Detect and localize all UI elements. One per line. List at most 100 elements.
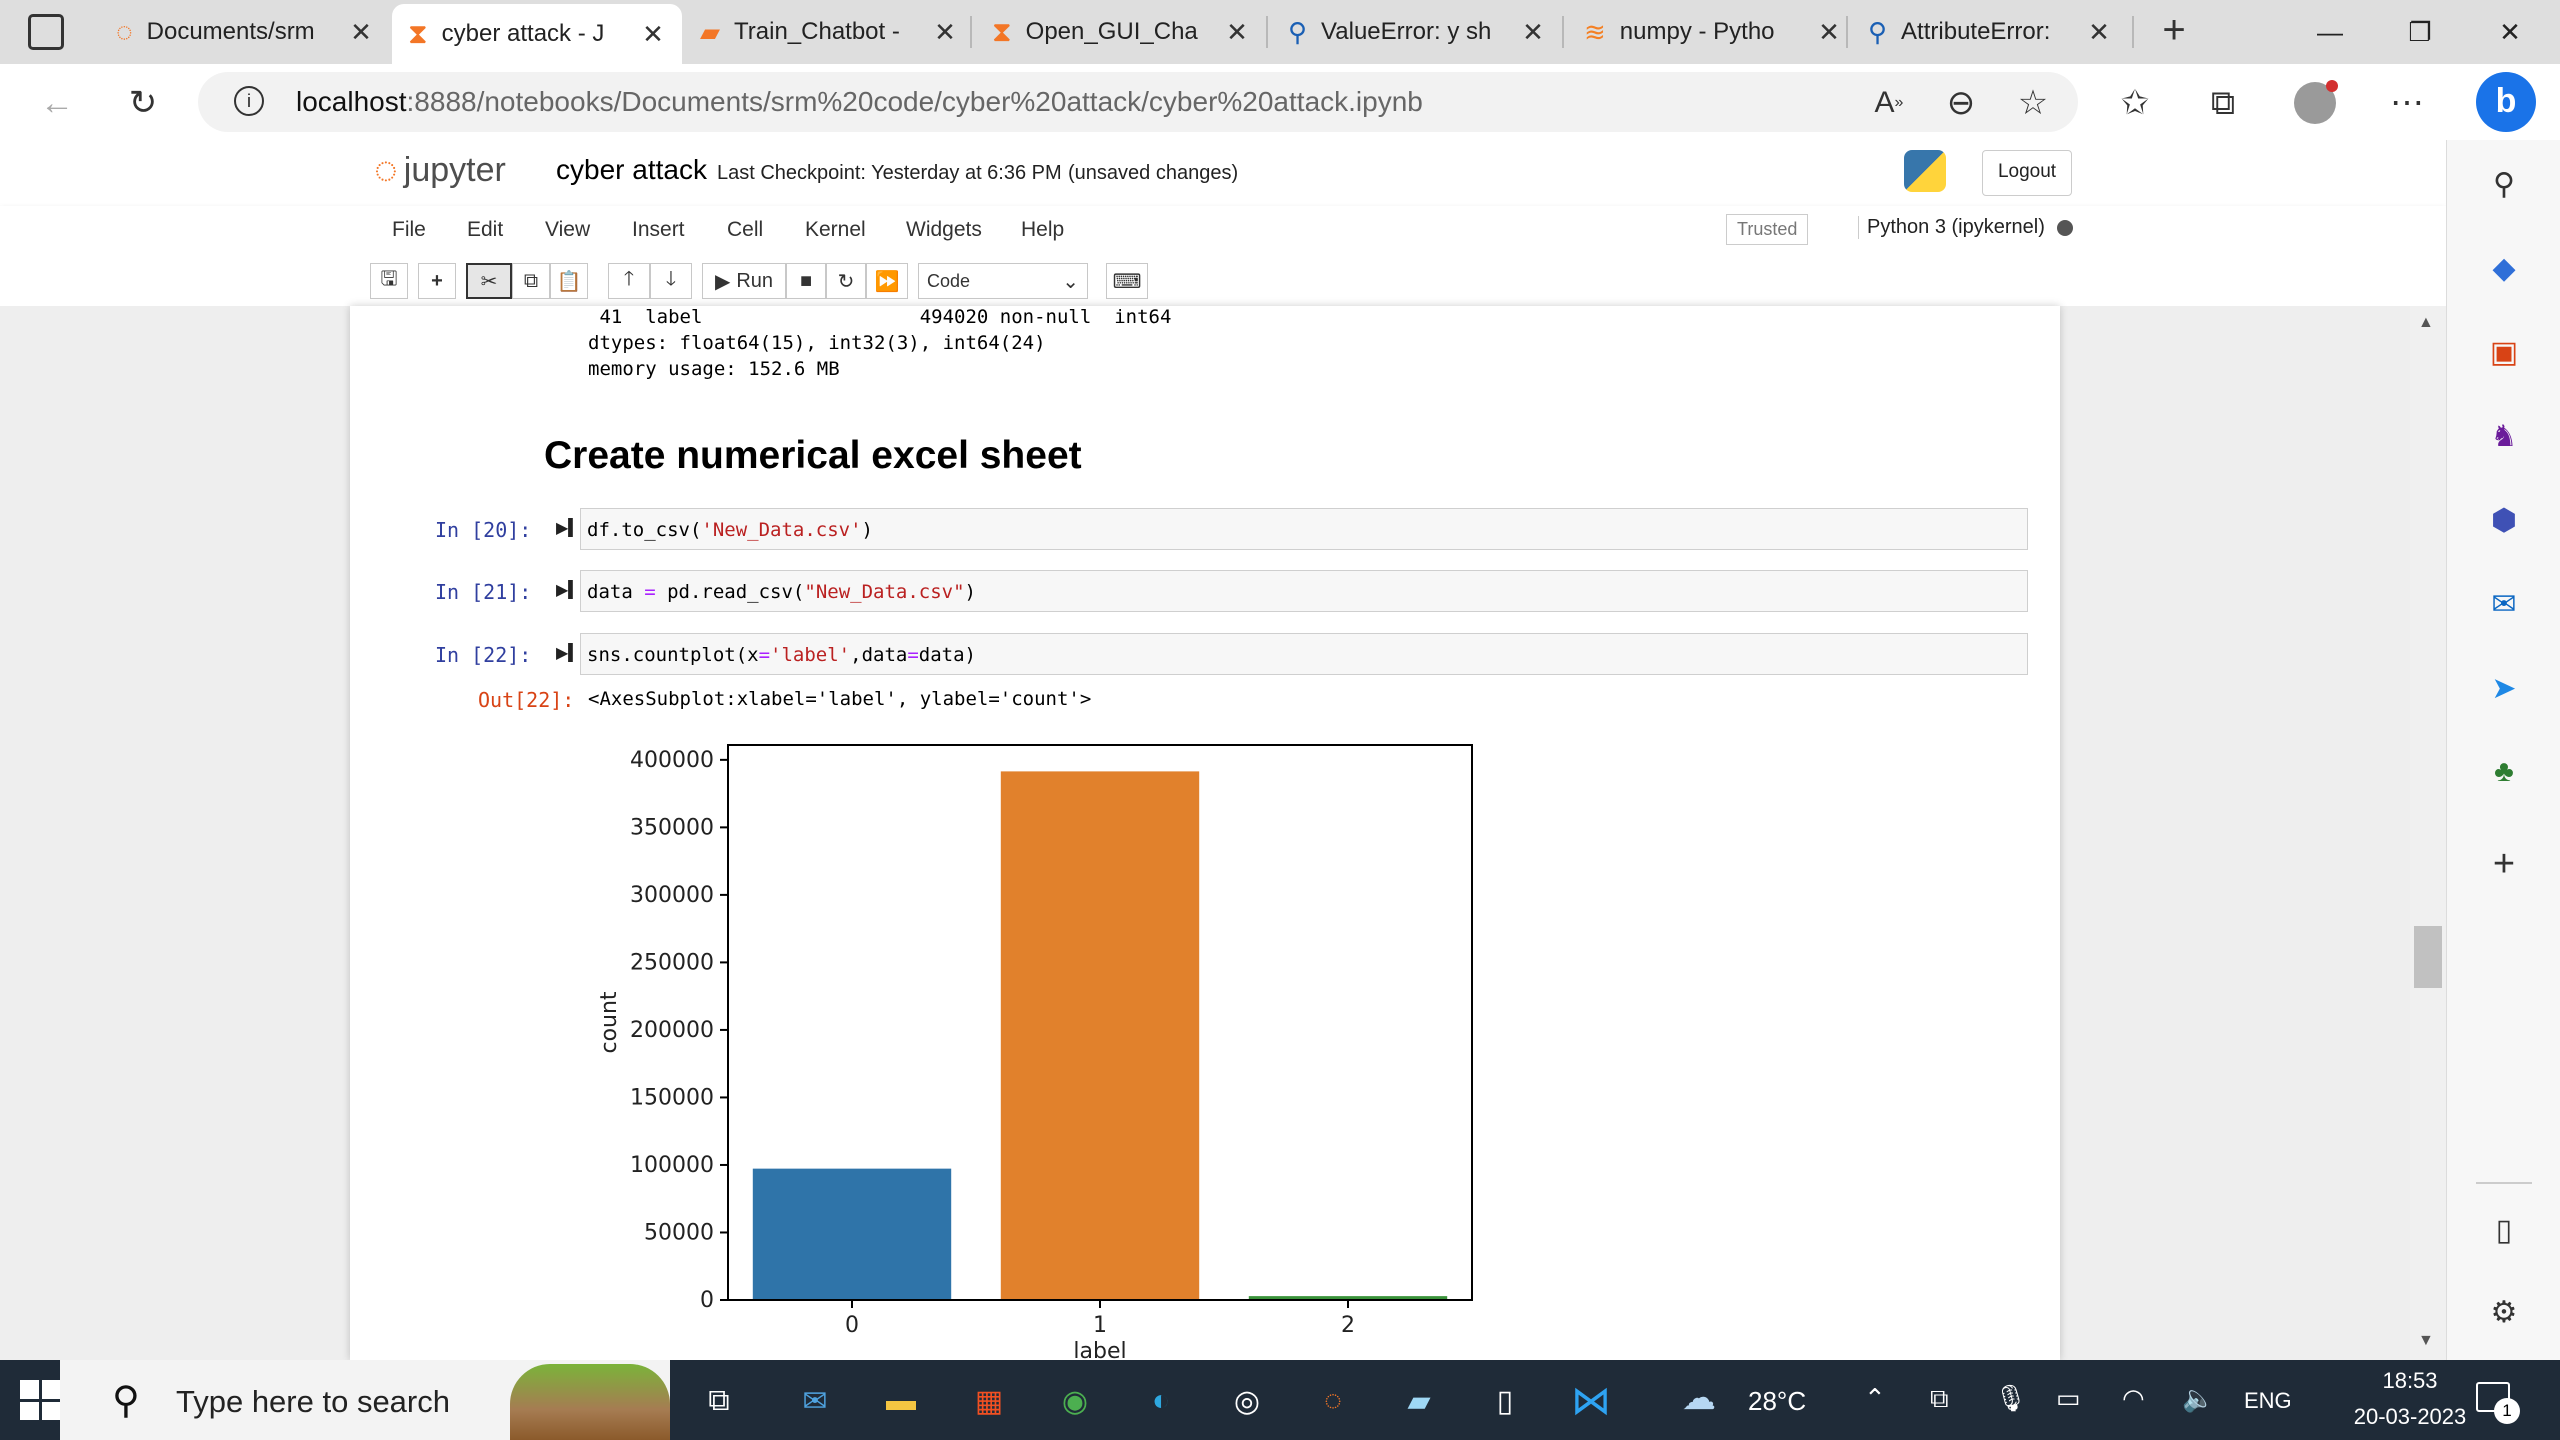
battery-icon[interactable]: ▭ bbox=[2056, 1383, 2081, 1414]
obs-icon[interactable]: ◎ bbox=[1222, 1376, 1272, 1426]
wifi-icon[interactable]: ◠ bbox=[2122, 1383, 2145, 1414]
run-button[interactable]: ▶ Run bbox=[702, 263, 786, 299]
tab-documents[interactable]: ◌ Documents/srm ✕ bbox=[100, 6, 390, 58]
scroll-down-icon[interactable]: ▼ bbox=[2418, 1332, 2434, 1350]
scroll-thumb[interactable] bbox=[2414, 926, 2442, 988]
menu-edit[interactable]: Edit bbox=[467, 218, 503, 242]
menu-widgets[interactable]: Widgets bbox=[906, 218, 982, 242]
settings-icon[interactable]: ⚙ bbox=[2484, 1292, 2524, 1332]
language-indicator[interactable]: ENG bbox=[2244, 1388, 2292, 1414]
send-icon[interactable]: ➤ bbox=[2484, 668, 2524, 708]
code-operator: = bbox=[907, 644, 919, 666]
tab-valueerror[interactable]: ⚲ ValueError: y sh ✕ bbox=[1272, 6, 1562, 58]
meet-now-icon[interactable]: ⧉ bbox=[1930, 1383, 1949, 1415]
kernel-indicator[interactable]: Python 3 (ipykernel) bbox=[1858, 216, 2073, 239]
start-button[interactable] bbox=[20, 1380, 60, 1420]
weather-icon[interactable]: ☁ bbox=[1682, 1378, 1716, 1418]
jupyter-logo[interactable]: ◌ jupyter bbox=[374, 148, 506, 193]
trusted-badge[interactable]: Trusted bbox=[1726, 214, 1809, 245]
code-cell[interactable]: sns.countplot(x='label',data=data) bbox=[580, 633, 2028, 675]
insert-cell-button[interactable]: + bbox=[418, 263, 456, 299]
edge-icon[interactable]: ◐ bbox=[1136, 1376, 1186, 1426]
close-icon[interactable]: ✕ bbox=[2086, 17, 2112, 48]
favorites-icon[interactable]: ✩ bbox=[2110, 78, 2160, 128]
run-cell-icon[interactable]: ▶▍ bbox=[556, 580, 581, 600]
close-icon[interactable]: ✕ bbox=[640, 19, 666, 50]
shopping-tag-icon[interactable]: ◆ bbox=[2484, 248, 2524, 288]
tab-cyber-attack[interactable]: ⧗ cyber attack - J ✕ bbox=[392, 4, 682, 64]
menu-insert[interactable]: Insert bbox=[632, 218, 685, 242]
code-text: ) bbox=[861, 519, 873, 541]
cut-button[interactable]: ✂ bbox=[466, 263, 512, 299]
zoom-icon[interactable]: ⊖ bbox=[1936, 78, 1986, 128]
tray-expand-icon[interactable]: ⌃ bbox=[1864, 1383, 1886, 1414]
logout-button[interactable]: Logout bbox=[1982, 150, 2072, 196]
add-icon[interactable]: + bbox=[2484, 843, 2524, 885]
restore-button[interactable]: ❐ bbox=[2380, 8, 2460, 56]
add-favorite-icon[interactable]: ☆ bbox=[2008, 78, 2058, 128]
run-cell-icon[interactable]: ▶▍ bbox=[556, 643, 581, 663]
chrome-icon[interactable]: ◉ bbox=[1050, 1376, 1100, 1426]
more-menu-icon[interactable]: ⋯ bbox=[2382, 78, 2432, 128]
run-cell-icon[interactable]: ▶▍ bbox=[556, 518, 581, 538]
close-icon[interactable]: ✕ bbox=[1224, 17, 1250, 48]
interrupt-button[interactable]: ■ bbox=[786, 263, 826, 299]
restart-button[interactable]: ↻ bbox=[826, 263, 866, 299]
close-icon[interactable]: ✕ bbox=[1520, 17, 1546, 48]
notebook-scrollbar[interactable] bbox=[2410, 306, 2446, 1360]
document-icon[interactable]: ▯ bbox=[1480, 1376, 1530, 1426]
menu-view[interactable]: View bbox=[545, 218, 590, 242]
code-cell[interactable]: df.to_csv('New_Data.csv') bbox=[580, 508, 2028, 550]
tab-train-chatbot[interactable]: ▰ Train_Chatbot - ✕ bbox=[684, 6, 974, 58]
read-aloud-icon[interactable]: A» bbox=[1864, 78, 1914, 128]
close-icon[interactable]: ✕ bbox=[932, 17, 958, 48]
new-tab-button[interactable]: + bbox=[2150, 8, 2198, 56]
move-up-button[interactable]: 🡑 bbox=[608, 263, 650, 299]
site-info-icon[interactable]: i bbox=[234, 86, 264, 116]
save-button[interactable]: 🖫 bbox=[370, 263, 408, 299]
close-window-button[interactable]: ✕ bbox=[2470, 8, 2550, 56]
menu-help[interactable]: Help bbox=[1021, 218, 1064, 242]
tools-icon[interactable]: ▣ bbox=[2484, 332, 2524, 372]
move-down-button[interactable]: 🡓 bbox=[650, 263, 692, 299]
volume-icon[interactable]: 🔈 bbox=[2182, 1383, 2214, 1414]
outlook-icon[interactable]: ✉ bbox=[2484, 584, 2524, 624]
tab-open-gui[interactable]: ⧗ Open_GUI_Cha ✕ bbox=[976, 6, 1266, 58]
paste-button[interactable]: 📋 bbox=[550, 263, 588, 299]
notepad-icon[interactable]: ▰ bbox=[1394, 1376, 1444, 1426]
tree-icon[interactable]: ♣ bbox=[2484, 752, 2524, 792]
sidebar-toggle-icon[interactable]: ▯ bbox=[2484, 1210, 2524, 1250]
microphone-icon[interactable]: 🎙 bbox=[1994, 1383, 2027, 1414]
notebook-name[interactable]: cyber attack bbox=[556, 154, 707, 186]
code-cell[interactable]: data = pd.read_csv("New_Data.csv") bbox=[580, 570, 2028, 612]
tab-attributeerror[interactable]: ⚲ AttributeError: ✕ bbox=[1852, 6, 2128, 58]
file-explorer-icon[interactable]: ▬ bbox=[876, 1376, 926, 1426]
jupyter-taskbar-icon[interactable]: ◌ bbox=[1308, 1376, 1358, 1426]
back-button[interactable]: ← bbox=[32, 78, 82, 128]
restart-run-all-button[interactable]: ⏩ bbox=[866, 263, 908, 299]
minimize-button[interactable]: — bbox=[2290, 8, 2370, 56]
copy-button[interactable]: ⧉ bbox=[512, 263, 550, 299]
weather-temp[interactable]: 28°C bbox=[1748, 1386, 1806, 1417]
command-palette-button[interactable]: ⌨ bbox=[1106, 263, 1148, 299]
search-icon[interactable]: ⚲ bbox=[2484, 164, 2524, 204]
close-icon[interactable]: ✕ bbox=[1816, 17, 1842, 48]
menu-file[interactable]: File bbox=[392, 218, 426, 242]
vscode-icon[interactable]: ⋈ bbox=[1566, 1376, 1616, 1426]
games-icon[interactable]: ♞ bbox=[2484, 416, 2524, 456]
reload-button[interactable]: ↻ bbox=[118, 78, 168, 128]
tab-actions-icon[interactable] bbox=[28, 14, 64, 50]
bing-chat-icon[interactable]: b bbox=[2476, 72, 2536, 132]
scroll-up-icon[interactable]: ▲ bbox=[2418, 314, 2434, 332]
collections-icon[interactable]: ⧉ bbox=[2198, 78, 2248, 128]
store-icon[interactable]: ▦ bbox=[964, 1376, 1014, 1426]
task-view-icon[interactable]: ⧉ bbox=[694, 1376, 744, 1426]
tab-numpy[interactable]: ≋ numpy - Pytho ✕ bbox=[1568, 6, 1858, 58]
menu-kernel[interactable]: Kernel bbox=[805, 218, 866, 242]
mail-icon[interactable]: ✉ bbox=[790, 1376, 840, 1426]
cell-type-select[interactable]: Code ⌄ bbox=[918, 263, 1088, 299]
menu-cell[interactable]: Cell bbox=[727, 218, 763, 242]
close-icon[interactable]: ✕ bbox=[348, 17, 374, 48]
microsoft365-icon[interactable]: ⬢ bbox=[2484, 500, 2524, 540]
clock-time[interactable]: 18:53 bbox=[2350, 1368, 2470, 1394]
